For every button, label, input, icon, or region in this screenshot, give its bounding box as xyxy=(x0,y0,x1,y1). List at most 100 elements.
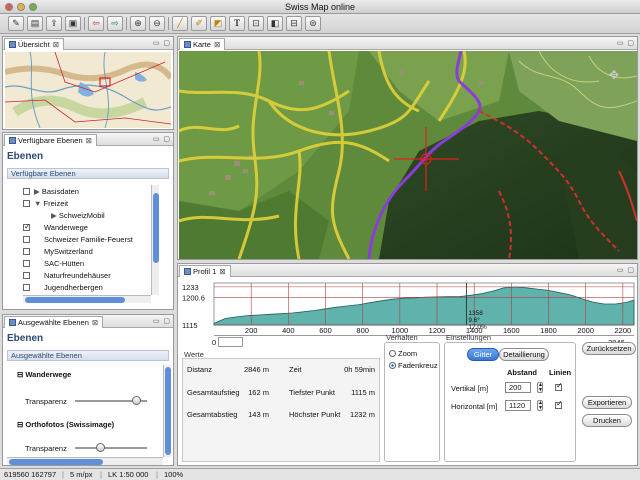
scroll-thumb[interactable] xyxy=(153,193,159,263)
layers-horizontal-scrollbar[interactable] xyxy=(23,295,151,303)
status-coords: 619560 162797 xyxy=(4,470,57,479)
minimize-window-button[interactable] xyxy=(17,3,25,11)
stat-label: Zeit xyxy=(289,365,302,374)
zoom-in-icon[interactable]: ⊕ xyxy=(130,16,146,31)
stat-label: Tiefster Punkt xyxy=(289,388,335,397)
view-menu-icon[interactable]: ▭ ▢ xyxy=(153,135,171,143)
close-icon[interactable]: ⊠ xyxy=(219,267,225,276)
export-button[interactable]: Exportieren xyxy=(582,396,632,409)
selected-layers-horizontal-scrollbar[interactable] xyxy=(7,457,163,465)
tree-item-jugendherbergen[interactable]: Jugendherbergen xyxy=(23,282,103,293)
view-menu-icon[interactable]: ▭ ▢ xyxy=(153,39,171,47)
fadenkreuz-radio[interactable]: Fadenkreuz xyxy=(389,361,438,370)
layer-checkbox[interactable] xyxy=(23,200,30,207)
view-menu-icon[interactable]: ▭ ▢ xyxy=(153,317,171,325)
slider-knob[interactable] xyxy=(96,443,106,452)
selected-layers-pane: Ausgewählte Ebenen ⊠ ▭ ▢ Ebenen Ausgewähl… xyxy=(2,314,174,466)
photo-icon[interactable]: ▣ xyxy=(65,16,81,31)
horizontal-lines-checkbox[interactable] xyxy=(555,399,563,409)
horizontal-input[interactable]: 1120 xyxy=(505,400,531,411)
measure-icon[interactable]: ⊡ xyxy=(248,16,264,31)
stat-value: 143 m xyxy=(248,410,269,419)
tab-gitter[interactable]: Gitter xyxy=(467,348,499,361)
tab-available-layers[interactable]: Verfügbare Ebenen ⊠ xyxy=(4,134,97,146)
vertikal-input[interactable]: 200 xyxy=(505,382,531,393)
close-icon[interactable]: ⊠ xyxy=(214,40,220,49)
tab-profile[interactable]: Profil 1 ⊠ xyxy=(179,265,231,277)
draw-area-icon[interactable]: ◩ xyxy=(210,16,226,31)
map-canvas[interactable]: ✥ xyxy=(179,51,637,259)
tab-selected-layers[interactable]: Ausgewählte Ebenen ⊠ xyxy=(4,316,104,328)
range-start-label: 0 xyxy=(212,338,217,347)
close-icon[interactable]: ⊠ xyxy=(53,40,59,49)
print-button[interactable]: Drucken xyxy=(582,414,632,427)
elevation-profile-chart[interactable]: 12331200.61115200 400 600 800 1000 1200 1400 16… xyxy=(178,279,637,334)
layer-checkbox[interactable] xyxy=(23,221,31,232)
tree-item-sac-huetten[interactable]: SAC-Hütten xyxy=(23,258,84,269)
tree-item-freizeit[interactable]: ▼ Freizeit xyxy=(23,198,68,209)
layers-vertical-scrollbar[interactable] xyxy=(151,185,159,295)
layer-group-wanderwege[interactable]: ⊟ Wanderwege xyxy=(17,370,71,379)
tree-item-basisdaten[interactable]: ▶ Basisdaten xyxy=(23,186,79,197)
tab-overview[interactable]: Übersicht ⊠ xyxy=(4,38,64,50)
layer-checkbox[interactable] xyxy=(23,272,30,279)
scroll-thumb[interactable] xyxy=(25,297,125,303)
radio-icon[interactable] xyxy=(389,350,396,357)
scroll-thumb[interactable] xyxy=(165,367,171,455)
settings-icon[interactable]: ⊟ xyxy=(286,16,302,31)
layer-icon[interactable]: ◧ xyxy=(267,16,283,31)
layer-checkbox[interactable] xyxy=(23,260,30,267)
vertikal-stepper[interactable]: ▲ ▼ xyxy=(537,382,543,393)
radio-icon[interactable] xyxy=(389,362,396,369)
layer-group-orthofotos[interactable]: ⊟ Orthofotos (Swissimage) xyxy=(17,420,114,429)
status-scale: LK 1:50 000 xyxy=(108,470,149,479)
layer-checkbox[interactable] xyxy=(23,188,30,195)
tree-item-naturfreundehaeuser[interactable]: Naturfreundehäuser xyxy=(23,270,111,281)
tree-item-schweizmobil[interactable]: ▶ SchweizMobil xyxy=(51,210,105,221)
x-tick-label: 1600 xyxy=(503,326,520,334)
layers-tab-icon xyxy=(9,137,16,144)
view-menu-icon[interactable]: ▭ ▢ xyxy=(617,266,635,274)
available-layers-section[interactable]: Verfügbare Ebenen xyxy=(7,168,169,179)
tree-item-familie-feuerstellen[interactable]: Schweizer Familie-Feuerst xyxy=(23,234,133,245)
overview-map[interactable] xyxy=(5,52,171,128)
transparency-slider[interactable] xyxy=(75,447,147,449)
database-icon[interactable]: ⊜ xyxy=(305,16,321,31)
tab-map[interactable]: Karte ⊠ xyxy=(179,38,226,50)
export-icon[interactable]: ⇪ xyxy=(46,16,62,31)
print-icon[interactable]: ▤ xyxy=(27,16,43,31)
zoom-radio[interactable]: Zoom xyxy=(389,349,417,358)
scroll-thumb[interactable] xyxy=(9,459,103,465)
arrow-forward-icon[interactable]: ⇨ xyxy=(107,16,123,31)
abstand-header: Abstand xyxy=(507,368,537,377)
close-icon[interactable]: ⊠ xyxy=(86,136,92,145)
selected-layers-section[interactable]: Ausgewählte Ebenen xyxy=(7,350,169,361)
map-pan-icon[interactable]: ✥ xyxy=(609,68,619,82)
new-document-icon[interactable]: ✎ xyxy=(8,16,24,31)
text-tool-icon[interactable]: T xyxy=(229,16,245,31)
selected-layers-vertical-scrollbar[interactable] xyxy=(163,365,171,457)
x-tick-label: 2200 xyxy=(615,326,632,334)
zoom-out-icon[interactable]: ⊖ xyxy=(149,16,165,31)
layer-checkbox[interactable] xyxy=(23,236,30,243)
close-window-button[interactable] xyxy=(5,3,13,11)
slider-knob[interactable] xyxy=(132,396,142,405)
horizontal-stepper[interactable]: ▲ ▼ xyxy=(537,400,543,411)
draw-line-icon[interactable]: ╱ xyxy=(172,16,188,31)
layers-tab-icon xyxy=(9,319,16,326)
reset-button[interactable]: Zurücksetzen xyxy=(582,342,636,355)
layer-checkbox[interactable] xyxy=(23,284,30,291)
tab-detaillierung[interactable]: Detaillierung xyxy=(499,348,549,361)
close-icon[interactable]: ⊠ xyxy=(92,318,98,327)
zoom-window-button[interactable] xyxy=(29,3,37,11)
tree-item-wanderwege[interactable]: Wanderwege xyxy=(23,221,88,233)
x-tick-label: 600 xyxy=(319,326,332,334)
layer-checkbox[interactable] xyxy=(23,248,30,255)
view-menu-icon[interactable]: ▭ ▢ xyxy=(617,39,635,47)
draw-path-icon[interactable]: ✐ xyxy=(191,16,207,31)
tree-item-myswitzerland[interactable]: MySwitzerland xyxy=(23,246,93,257)
arrow-back-icon[interactable]: ⇦ xyxy=(88,16,104,31)
vertikal-lines-checkbox[interactable] xyxy=(555,381,563,391)
range-start-field[interactable] xyxy=(218,337,243,347)
horizontal-label: Horizontal [m] xyxy=(451,402,498,411)
